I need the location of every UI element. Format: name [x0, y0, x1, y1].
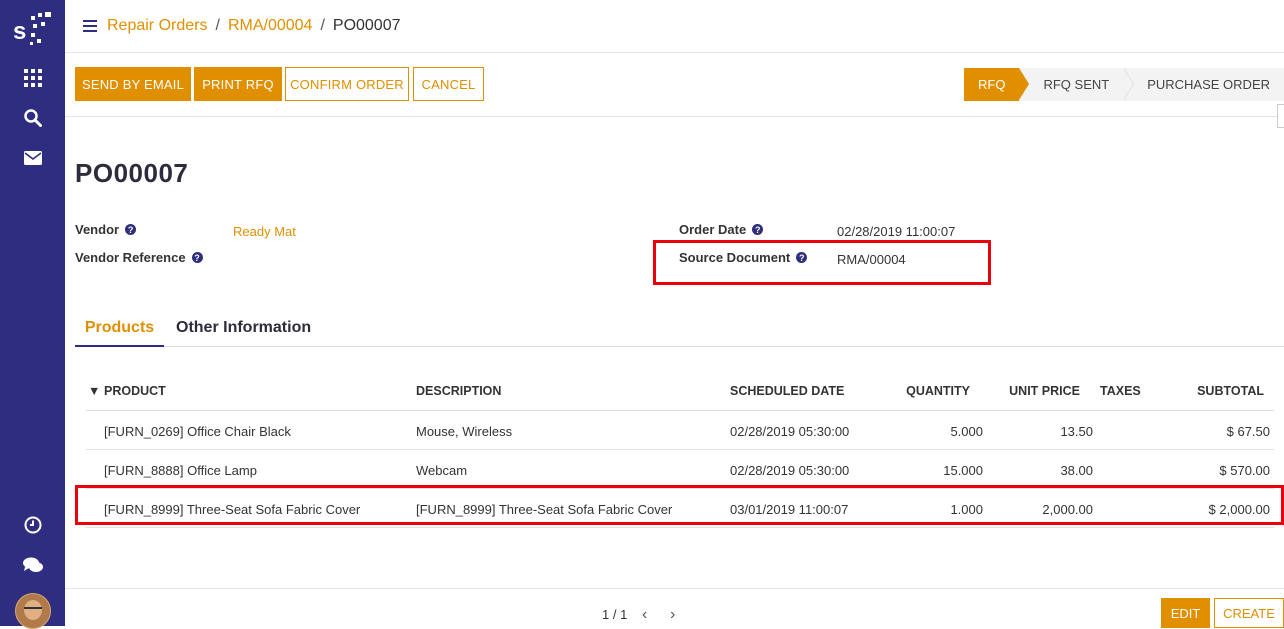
chat-icon[interactable]: [0, 553, 65, 577]
cell-quantity: 15.000: [943, 463, 983, 478]
user-avatar[interactable]: [0, 593, 65, 629]
cancel-button[interactable]: CANCEL: [413, 67, 484, 101]
cell-scheduled-date: 02/28/2019 05:30:00: [730, 424, 850, 439]
app-logo-icon[interactable]: s: [0, 8, 65, 50]
notebook-tabs: Products Other Information: [75, 310, 1284, 347]
vendor-value[interactable]: Ready Mat: [233, 224, 296, 239]
chatter-toggle[interactable]: [1277, 104, 1284, 128]
highlight-box-source-document: [653, 240, 991, 285]
breadcrumb-repair-orders[interactable]: Repair Orders: [107, 17, 207, 35]
vendor-reference-label: Vendor Reference?: [75, 250, 203, 265]
cell-subtotal: $ 67.50: [1226, 424, 1270, 439]
col-product[interactable]: PRODUCT: [104, 384, 166, 398]
top-bar: Repair Orders / RMA/00004 / PO00007: [65, 0, 1284, 53]
sort-caret-icon[interactable]: ▼: [88, 384, 100, 398]
breadcrumb: Repair Orders / RMA/00004 / PO00007: [107, 17, 401, 35]
col-taxes[interactable]: TAXES: [1100, 384, 1141, 398]
apps-grid-icon[interactable]: [0, 66, 65, 90]
tab-products[interactable]: Products: [75, 310, 164, 347]
hamburger-menu-icon[interactable]: [83, 20, 97, 32]
help-icon[interactable]: ?: [125, 224, 137, 235]
footer-bar: 1 / 1 ‹ › EDIT CREATE: [65, 588, 1284, 628]
edit-button[interactable]: EDIT: [1161, 598, 1210, 628]
status-bar: RFQ RFQ SENT PURCHASE ORDER: [964, 68, 1284, 101]
help-icon[interactable]: ?: [191, 252, 203, 263]
col-scheduled-date[interactable]: SCHEDULED DATE: [730, 384, 844, 398]
order-lines-table: ▼ PRODUCT DESCRIPTION SCHEDULED DATE QUA…: [86, 372, 1274, 588]
order-date-value: 02/28/2019 11:00:07: [837, 224, 956, 239]
status-step-rfq[interactable]: RFQ: [964, 68, 1031, 101]
status-step-purchase-order[interactable]: PURCHASE ORDER: [1123, 68, 1284, 101]
cell-unit-price: 13.50: [1060, 424, 1093, 439]
col-quantity[interactable]: QUANTITY: [886, 384, 970, 398]
cell-subtotal: $ 570.00: [1219, 463, 1270, 478]
page-title: PO00007: [75, 158, 189, 188]
status-step-rfq-sent[interactable]: RFQ SENT: [1019, 68, 1134, 101]
col-description[interactable]: DESCRIPTION: [416, 384, 501, 398]
create-button[interactable]: CREATE: [1214, 598, 1284, 628]
pager-next-icon[interactable]: ›: [670, 606, 675, 624]
help-icon[interactable]: ?: [752, 224, 764, 235]
col-unit-price[interactable]: UNIT PRICE: [986, 384, 1080, 398]
cell-product: [FURN_8888] Office Lamp: [104, 463, 257, 478]
order-date-label: Order Date?: [679, 222, 764, 237]
breadcrumb-current: PO00007: [332, 17, 401, 34]
cell-description: Mouse, Wireless: [416, 424, 513, 439]
vendor-label: Vendor?: [75, 222, 137, 237]
highlight-box-sofa-row: [75, 485, 1284, 525]
sidebar: s: [0, 0, 65, 629]
svg-text:s: s: [13, 18, 26, 45]
action-bar: SEND BY EMAIL PRINT RFQ CONFIRM ORDER CA…: [65, 52, 1284, 117]
pager-value[interactable]: 1 / 1: [602, 607, 627, 622]
col-subtotal[interactable]: SUBTOTAL: [1166, 384, 1264, 398]
table-empty-row: [86, 528, 1274, 588]
table-row[interactable]: [FURN_0269] Office Chair Black Mouse, Wi…: [86, 411, 1274, 450]
breadcrumb-separator: /: [320, 17, 325, 34]
breadcrumb-separator: /: [215, 17, 220, 34]
send-by-email-button[interactable]: SEND BY EMAIL: [75, 67, 191, 101]
tab-other-information[interactable]: Other Information: [176, 310, 311, 345]
cell-quantity: 5.000: [950, 424, 983, 439]
cell-unit-price: 38.00: [1060, 463, 1093, 478]
cell-scheduled-date: 02/28/2019 05:30:00: [730, 463, 850, 478]
cell-product: [FURN_0269] Office Chair Black: [104, 424, 291, 439]
mail-icon[interactable]: [0, 146, 65, 170]
cell-description: Webcam: [416, 463, 468, 478]
table-row[interactable]: [FURN_8888] Office Lamp Webcam 02/28/201…: [86, 450, 1274, 489]
pager-prev-icon[interactable]: ‹: [642, 606, 647, 624]
table-header: ▼ PRODUCT DESCRIPTION SCHEDULED DATE QUA…: [86, 372, 1274, 411]
clock-icon[interactable]: [0, 513, 65, 537]
search-icon[interactable]: [0, 106, 65, 130]
breadcrumb-rma[interactable]: RMA/00004: [228, 17, 313, 35]
confirm-order-button[interactable]: CONFIRM ORDER: [285, 67, 409, 101]
print-rfq-button[interactable]: PRINT RFQ: [194, 67, 282, 101]
